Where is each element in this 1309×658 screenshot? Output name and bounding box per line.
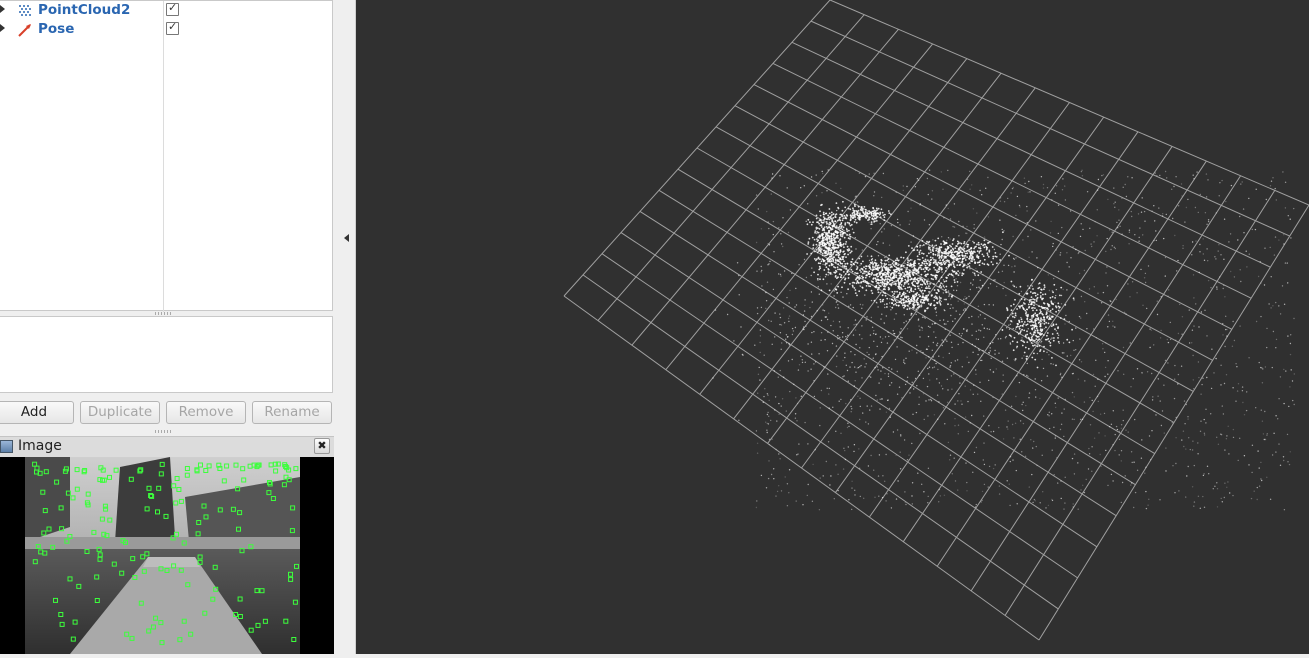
- remove-button[interactable]: Remove: [166, 401, 246, 424]
- display-item-label: Pose: [38, 21, 75, 37]
- display-item-pose[interactable]: Pose: [0, 20, 330, 40]
- ground-grid: [563, 0, 1309, 641]
- column-separator: [163, 1, 164, 312]
- display-item-pointcloud2[interactable]: PointCloud2: [0, 1, 330, 21]
- add-button[interactable]: Add: [0, 401, 74, 424]
- image-panel-titlebar: Image ✖: [0, 436, 334, 457]
- point-cloud: [712, 169, 1295, 511]
- displays-tree[interactable]: PointCloud2 Pose: [0, 0, 333, 312]
- pointcloud-icon: [17, 3, 33, 19]
- image-icon: [0, 440, 13, 453]
- image-panel-title: Image: [18, 438, 62, 454]
- enable-checkbox[interactable]: [166, 20, 179, 35]
- camera-image: [25, 457, 300, 654]
- expand-arrow-icon[interactable]: [0, 24, 5, 32]
- resize-grip[interactable]: [155, 430, 173, 433]
- left-panel: PointCloud2 Pose Add Duplicate Remove Re…: [0, 0, 340, 654]
- camera-image-view: [0, 457, 334, 654]
- description-box: [0, 316, 333, 393]
- close-button[interactable]: ✖: [314, 438, 330, 454]
- duplicate-button[interactable]: Duplicate: [80, 401, 160, 424]
- collapse-arrow-icon[interactable]: [344, 234, 349, 242]
- pose-arrow-icon: [17, 22, 33, 38]
- rename-button[interactable]: Rename: [252, 401, 332, 424]
- display-item-label: PointCloud2: [38, 2, 131, 18]
- 3d-viewport[interactable]: [356, 0, 1309, 654]
- expand-arrow-icon[interactable]: [0, 5, 5, 13]
- enable-checkbox[interactable]: [166, 1, 179, 16]
- panel-splitter[interactable]: [334, 0, 356, 654]
- resize-grip[interactable]: [155, 312, 173, 315]
- 3d-render: [563, 0, 1309, 641]
